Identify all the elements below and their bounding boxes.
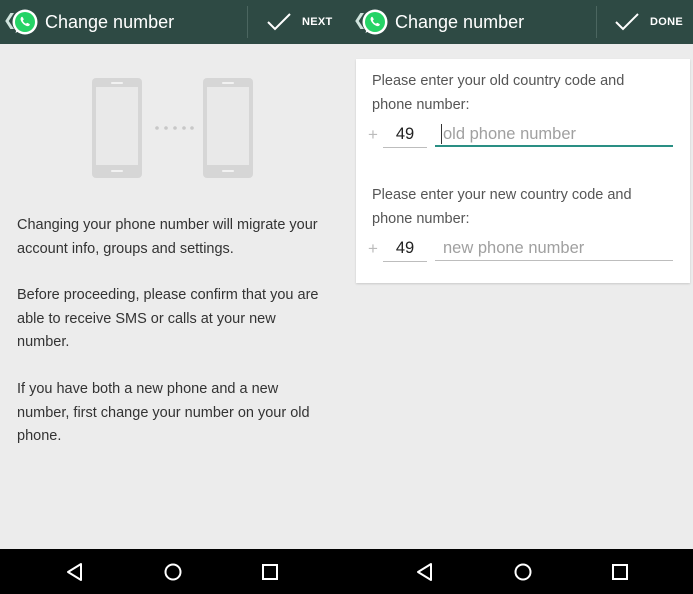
app-bar: ❮ Change number DONE [350,0,693,44]
done-button-label: DONE [650,16,683,28]
appbar-divider [596,6,597,38]
change-number-intro-screen: ❮ Change number NEXT Changing your phone… [0,0,350,549]
done-button[interactable]: DONE [614,0,683,44]
back-triangle-icon[interactable] [414,561,436,583]
old-number-prompt: Please enter your old country code and p… [372,73,625,113]
home-circle-icon[interactable] [162,561,184,583]
text-cursor [441,124,442,144]
next-button[interactable]: NEXT [266,0,333,44]
info-paragraph: Changing your phone number will migrate … [17,217,318,257]
info-paragraph: If you have both a new phone and a new n… [17,381,310,444]
new-phone-number-field[interactable]: new phone number [435,237,673,261]
app-bar: ❮ Change number NEXT [0,0,350,44]
home-circle-icon[interactable] [512,561,534,583]
back-triangle-icon[interactable] [64,561,86,583]
system-nav-bar [0,549,693,594]
phones-transfer-icon [92,78,253,178]
old-phone-placeholder: old phone number [443,125,577,143]
page-title: Change number [395,12,525,32]
old-phone-number-field[interactable]: old phone number [435,123,673,147]
new-phone-placeholder: new phone number [443,239,585,257]
next-button-label: NEXT [302,16,333,28]
recents-square-icon[interactable] [259,561,281,583]
whatsapp-logo-icon[interactable] [11,8,39,36]
info-paragraph: Before proceeding, please confirm that y… [17,287,319,350]
new-plus-sign: + [368,239,378,258]
checkmark-icon [267,13,291,31]
new-country-code-field[interactable]: 49 [383,237,427,262]
change-number-form-screen: ❮ Change number DONE Please enter your o… [350,0,693,549]
recents-square-icon[interactable] [609,561,631,583]
old-plus-sign: + [368,125,378,144]
checkmark-icon [615,13,639,31]
appbar-divider [247,6,248,38]
old-country-code-field[interactable]: 49 [383,123,427,148]
page-title: Change number [45,12,175,32]
phone-number-form-card: Please enter your old country code and p… [356,59,690,283]
new-number-prompt: Please enter your new country code and p… [372,187,632,227]
whatsapp-logo-icon[interactable] [361,8,389,36]
